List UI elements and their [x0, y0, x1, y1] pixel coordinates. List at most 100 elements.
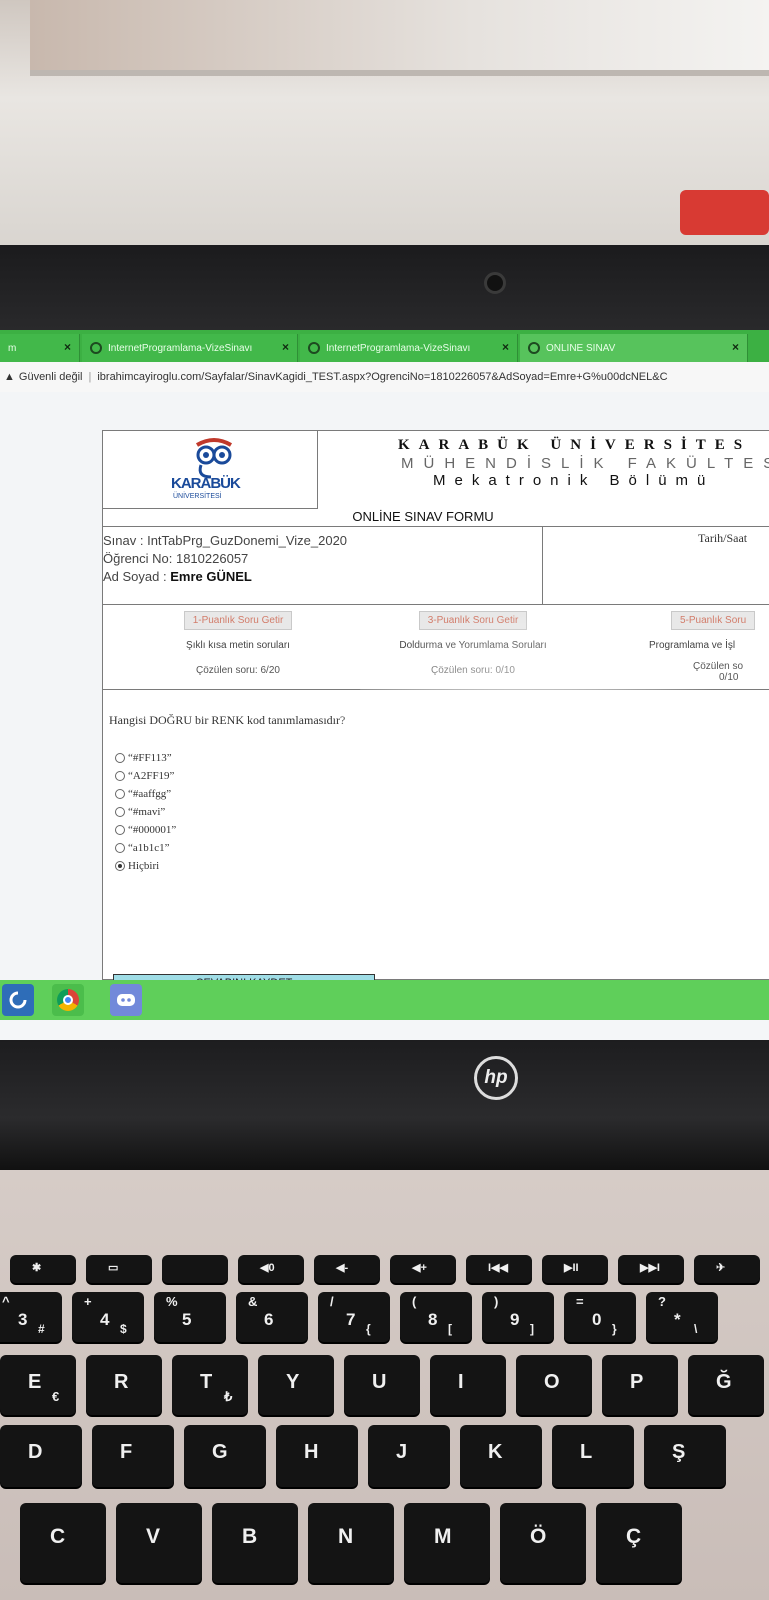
group-description: Doldurma ve Yorumlama Soruları — [399, 640, 547, 651]
browser-tab-active[interactable]: ONLINE SINAV × — [520, 334, 748, 362]
radio-button[interactable] — [115, 771, 125, 781]
letter-key[interactable]: Ğ — [688, 1355, 764, 1415]
key-label: ✈ — [716, 1262, 726, 1274]
close-icon[interactable]: × — [732, 340, 739, 354]
option-label: “a1b1c1” — [128, 842, 170, 854]
letter-key[interactable]: Ç — [596, 1503, 682, 1583]
radio-button[interactable] — [115, 807, 125, 817]
radio-button[interactable] — [115, 753, 125, 763]
window-glass — [30, 0, 769, 76]
globe-icon — [528, 342, 540, 354]
number-key[interactable]: / 7 { — [318, 1292, 390, 1342]
function-key[interactable]: ✈ — [694, 1255, 760, 1283]
number-key[interactable]: ? * \ — [646, 1292, 718, 1342]
function-key[interactable]: I◀◀ — [466, 1255, 532, 1283]
key-label: E — [28, 1371, 42, 1393]
radio-button[interactable] — [115, 825, 125, 835]
letter-key[interactable]: H — [276, 1425, 358, 1487]
letter-key[interactable]: U — [344, 1355, 420, 1415]
letter-key[interactable]: I — [430, 1355, 506, 1415]
faculty-title: MÜHENDİSLİK FAKÜLTES — [401, 455, 769, 472]
letter-key[interactable]: Ş — [644, 1425, 726, 1487]
chrome-icon[interactable] — [52, 984, 84, 1016]
letter-key[interactable]: Y — [258, 1355, 334, 1415]
letter-key[interactable]: C — [20, 1503, 106, 1583]
student-name-value: Emre GÜNEL — [170, 569, 252, 584]
logo-cell: KARABÜK ÜNİVERSİTESİ — [103, 431, 318, 509]
number-key[interactable]: & 6 — [236, 1292, 308, 1342]
letter-key[interactable]: P — [602, 1355, 678, 1415]
address-bar[interactable]: ▲ Güvenli değil | ibrahimcayiroglu.com/S… — [0, 362, 769, 393]
key-label: } — [612, 1322, 617, 1336]
question-group-5: 5-Puanlık Soru Programlama ve İşl Çözüle… — [643, 605, 769, 685]
answer-option[interactable]: Hiçbiri — [115, 857, 176, 875]
discord-icon[interactable] — [110, 984, 142, 1016]
key-label: O — [544, 1371, 560, 1393]
close-icon[interactable]: × — [502, 340, 509, 354]
function-key[interactable]: ▭ — [86, 1255, 152, 1283]
letter-key[interactable]: B — [212, 1503, 298, 1583]
letter-key[interactable]: R — [86, 1355, 162, 1415]
tab-label: m — [8, 342, 17, 354]
answer-option[interactable]: “#mavi” — [115, 803, 176, 821]
letter-key[interactable]: D — [0, 1425, 82, 1487]
get-3-point-question-button[interactable]: 3-Puanlık Soru Getir — [418, 611, 528, 630]
start-icon[interactable] — [2, 984, 34, 1016]
letter-key[interactable]: J — [368, 1425, 450, 1487]
radio-button[interactable] — [115, 843, 125, 853]
red-object — [680, 190, 769, 235]
option-label: “#mavi” — [128, 806, 166, 818]
answer-option[interactable]: “#000001” — [115, 821, 176, 839]
url-text[interactable]: ibrahimcayiroglu.com/Sayfalar/SinavKagid… — [97, 371, 667, 383]
close-icon[interactable]: × — [64, 340, 71, 354]
form-title: ONLİNE SINAV FORMU — [103, 509, 769, 527]
key-label: F — [120, 1441, 133, 1463]
student-number: Öğrenci No: 1810226057 — [103, 551, 249, 566]
letter-key[interactable]: F — [92, 1425, 174, 1487]
radio-button[interactable] — [115, 861, 125, 871]
globe-icon — [308, 342, 320, 354]
number-key[interactable]: ) 9] — [482, 1292, 554, 1342]
number-key[interactable]: (8 [ — [400, 1292, 472, 1342]
letter-key[interactable]: O — [516, 1355, 592, 1415]
letter-key[interactable]: G — [184, 1425, 266, 1487]
letter-key[interactable]: E € — [0, 1355, 76, 1415]
letter-key[interactable]: K — [460, 1425, 542, 1487]
radio-button[interactable] — [115, 789, 125, 799]
function-key[interactable]: ◀0 — [238, 1255, 304, 1283]
function-key[interactable]: ◀+ — [390, 1255, 456, 1283]
option-label: Hiçbiri — [128, 860, 160, 872]
answer-option[interactable]: “#aaffgg” — [115, 785, 176, 803]
get-1-point-question-button[interactable]: 1-Puanlık Soru Getir — [183, 611, 293, 630]
function-key[interactable]: ✱ — [10, 1255, 76, 1283]
function-key[interactable] — [162, 1255, 228, 1283]
student-name: Ad Soyad : Emre GÜNEL — [103, 569, 252, 584]
letter-key[interactable]: L — [552, 1425, 634, 1487]
logo-subtext: ÜNİVERSİTESİ — [173, 493, 222, 500]
key-label: 4 — [100, 1310, 110, 1329]
number-key[interactable]: = 0} — [564, 1292, 636, 1342]
close-icon[interactable]: × — [282, 340, 289, 354]
exam-name: Sınav : IntTabPrg_GuzDonemi_Vize_2020 — [103, 533, 348, 548]
function-key[interactable]: ▶▶I — [618, 1255, 684, 1283]
letter-key[interactable]: Ö — [500, 1503, 586, 1583]
function-key[interactable]: ▶II — [542, 1255, 608, 1283]
number-key[interactable]: +4 $ — [72, 1292, 144, 1342]
get-5-point-question-button[interactable]: 5-Puanlık Soru — [671, 611, 756, 630]
number-key[interactable]: % 5 — [154, 1292, 226, 1342]
letter-key[interactable]: M — [404, 1503, 490, 1583]
browser-tab[interactable]: InternetProgramlama-VizeSinavı × — [300, 334, 518, 362]
letter-key[interactable]: V — [116, 1503, 202, 1583]
browser-tab[interactable]: InternetProgramlama-VizeSinavı × — [82, 334, 298, 362]
number-key[interactable]: ^ 3 # — [0, 1292, 62, 1342]
divider — [103, 689, 769, 690]
letter-key[interactable]: T ₺ — [172, 1355, 248, 1415]
browser-tab[interactable]: m × — [0, 334, 80, 362]
answer-option[interactable]: “A2FF19” — [115, 767, 176, 785]
key-label: ▭ — [108, 1262, 119, 1274]
question-text: Hangisi DOĞRU bir RENK kod tanımlamasıdı… — [109, 713, 346, 727]
answer-option[interactable]: “a1b1c1” — [115, 839, 176, 857]
letter-key[interactable]: N — [308, 1503, 394, 1583]
answer-option[interactable]: “#FF113” — [115, 749, 176, 767]
function-key[interactable]: ◀- — [314, 1255, 380, 1283]
